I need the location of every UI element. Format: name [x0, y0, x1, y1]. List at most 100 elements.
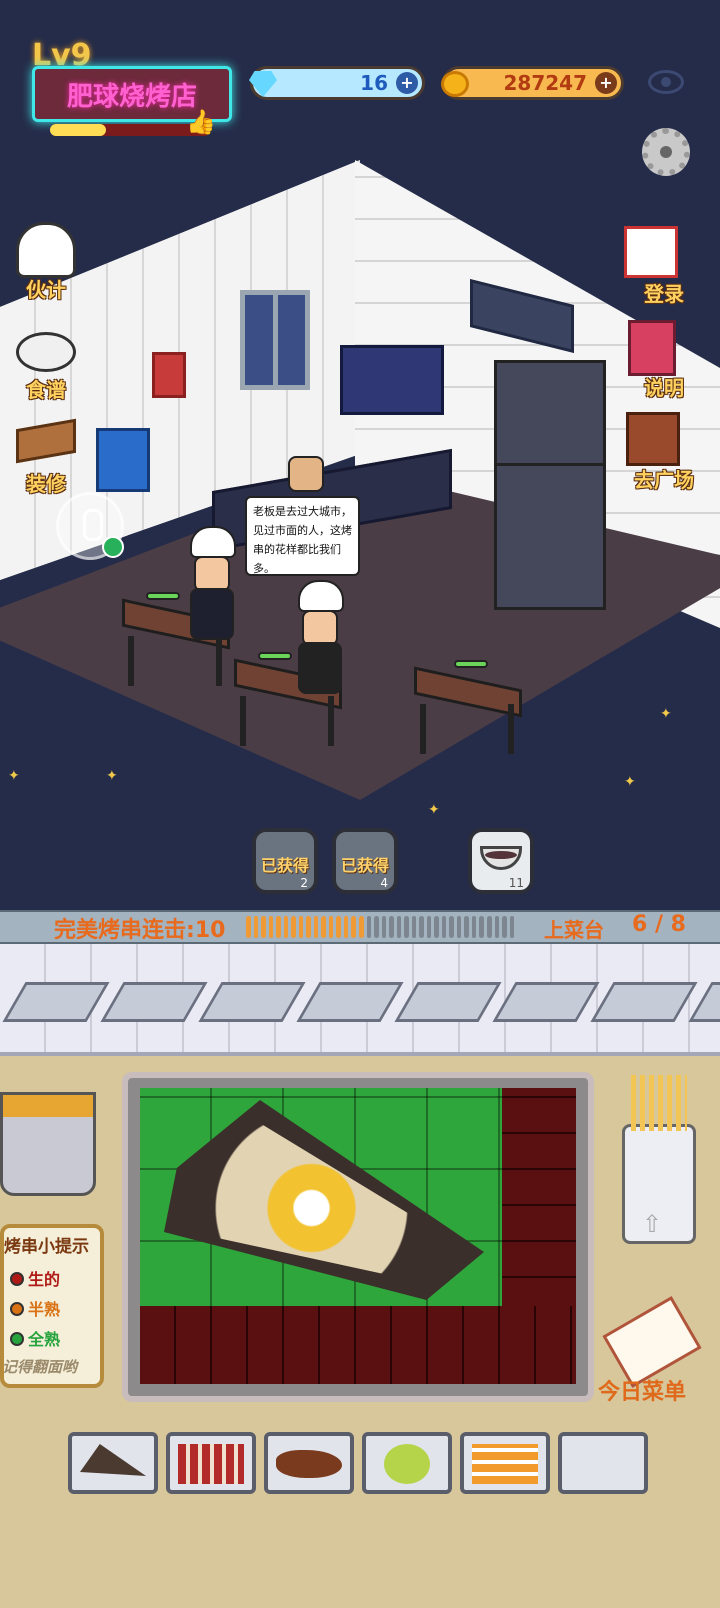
book-icon: [628, 320, 676, 376]
combo-segment: [261, 916, 266, 938]
todays-menu-label[interactable]: 今日菜单: [598, 1374, 686, 1406]
grill-progress: [258, 652, 292, 660]
combo-segment: [471, 916, 477, 938]
star-decoration: ✦: [660, 706, 672, 722]
grill-3[interactable]: [414, 660, 522, 758]
reward-label: 已获得: [340, 856, 389, 875]
combo-segment: [509, 916, 515, 938]
burnt-zone: [140, 1306, 576, 1384]
ingredient-slot[interactable]: [362, 1432, 452, 1494]
ingredient-slot[interactable]: [460, 1432, 550, 1494]
combo-segment: [374, 916, 379, 938]
combo-segment: [276, 916, 281, 938]
recipe-button[interactable]: 食谱: [6, 322, 86, 402]
tips-title: 烤串小提示: [4, 1237, 89, 1257]
reward-badge-2[interactable]: 已获得 4: [332, 828, 398, 894]
reward-label: 已获得: [260, 856, 309, 875]
combo-segment: [502, 916, 507, 938]
combo-segment: [328, 916, 334, 938]
combo-segment: [351, 916, 356, 938]
coin-value: 287247: [503, 71, 588, 95]
combo-segment: [411, 916, 417, 938]
guide-button[interactable]: 说明: [624, 320, 704, 400]
calendar-icon: [624, 226, 678, 278]
combo-segment: [487, 916, 492, 938]
combo-segment: [336, 916, 341, 938]
coin-icon: [441, 71, 469, 97]
combo-segment: [253, 916, 259, 938]
reward-count: 2: [300, 876, 308, 890]
add-gems-button[interactable]: +: [396, 72, 418, 94]
gem-value: 16: [360, 71, 388, 95]
grill-progress: [146, 592, 180, 600]
reward-badge-1[interactable]: 已获得 2: [252, 828, 318, 894]
tip-done-text: 全熟: [28, 1330, 61, 1349]
decorate-button[interactable]: 装修: [6, 416, 86, 496]
window: [240, 290, 310, 390]
coin-counter: 287247 +: [441, 66, 624, 100]
ingredient-slot[interactable]: [68, 1432, 158, 1494]
meat-skewers-icon: [178, 1444, 244, 1484]
drumstick-icon: [276, 1450, 342, 1478]
recipe-plate-icon: [16, 332, 76, 372]
ingredient-slot[interactable]: [166, 1432, 256, 1494]
star-decoration: ✦: [106, 768, 118, 784]
star-decoration: ✦: [8, 768, 20, 784]
sauce-bucket-icon[interactable]: [0, 1092, 96, 1196]
combo-segment: [426, 916, 432, 938]
level-progress-fill: [50, 124, 106, 136]
combo-label: 完美烤串连击:10: [54, 912, 225, 944]
tip-half: 半熟: [10, 1296, 60, 1320]
tip-half-text: 半熟: [28, 1300, 61, 1319]
combo-segment: [434, 916, 439, 938]
decorate-label: 装修: [26, 472, 66, 496]
ingredient-slot-empty[interactable]: [558, 1432, 648, 1494]
speech-bubble: 老板是去过大城市，见过市面的人，这烤串的花样都比我们多。: [245, 496, 360, 576]
shop-name: 肥球烧烤店: [66, 81, 197, 112]
recipe-label: 食谱: [26, 378, 66, 402]
combo-segment: [343, 916, 349, 938]
serving-counter-value: 6 / 8: [632, 912, 686, 937]
staff-button[interactable]: 伙计: [6, 222, 86, 302]
tip-flip: 记得翻面哟: [2, 1358, 78, 1376]
eye-icon[interactable]: [648, 70, 684, 94]
combo-segment: [396, 916, 402, 938]
up-arrow-icon: ⇧: [642, 1210, 663, 1238]
combo-segment: [358, 916, 364, 938]
shrimp-grill-icon: [472, 1444, 538, 1484]
reward-badge-3[interactable]: 11: [468, 828, 534, 894]
combo-segment: [283, 916, 289, 938]
combo-segment: [479, 916, 484, 938]
mic-icon: [102, 536, 124, 558]
gear-icon[interactable]: [642, 128, 690, 176]
ingredient-slot[interactable]: [264, 1432, 354, 1494]
staff-label: 伙计: [26, 278, 66, 302]
combo-text: 完美烤串连击:: [54, 918, 195, 943]
refrigerator[interactable]: [494, 360, 606, 610]
tip-done: 全熟: [10, 1326, 60, 1350]
login-button[interactable]: 登录: [624, 226, 704, 306]
combo-segment: [268, 916, 274, 938]
game-scene: ✦ ✦ ✦ ✦ ✦ 老板是去过大城市，见过市面的人，这烤串的花样都比我们多。: [0, 0, 720, 910]
combo-segment: [456, 916, 462, 938]
plaza-button[interactable]: 去广场: [624, 412, 704, 492]
combo-segment: [389, 916, 394, 938]
combo-segment: [464, 916, 469, 938]
combo-segment: [419, 916, 424, 938]
combo-segment: [441, 916, 447, 938]
combo-segment: [381, 916, 387, 938]
combo-progress: [246, 916, 515, 938]
grill-progress: [454, 660, 488, 668]
bun-icon: [384, 1444, 430, 1484]
add-coins-button[interactable]: +: [595, 72, 617, 94]
serving-counter-label: 上菜台: [544, 918, 604, 942]
combo-segment: [246, 916, 251, 938]
combo-segment: [449, 916, 454, 938]
scallion-pancake-icon: [80, 1444, 146, 1476]
door-icon: [626, 412, 680, 466]
chef-icon: [16, 222, 76, 278]
star-decoration: ✦: [428, 802, 440, 818]
combo-segment: [291, 916, 296, 938]
diamond-icon: [249, 71, 277, 97]
wall-cabinet: [340, 345, 444, 415]
